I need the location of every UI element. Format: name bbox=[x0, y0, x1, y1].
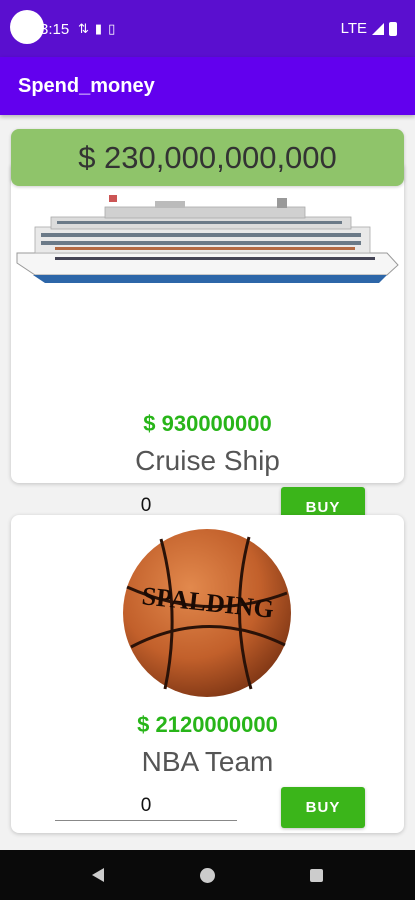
item-card: SPALDING $ 2120000000 NBA Team BUY bbox=[11, 515, 404, 833]
sim-icon: ▮ bbox=[94, 21, 109, 36]
basketball-icon: SPALDING bbox=[123, 529, 291, 697]
cruise-ship-icon bbox=[16, 195, 399, 283]
camera-cutout bbox=[10, 10, 44, 44]
back-icon[interactable] bbox=[92, 868, 104, 882]
balance-text: $ 230,000,000,000 bbox=[78, 139, 337, 175]
buy-button[interactable]: BUY bbox=[281, 787, 365, 828]
item-name: Cruise Ship bbox=[135, 445, 280, 476]
basketball-image: SPALDING bbox=[121, 527, 293, 699]
cruise-ship-image bbox=[15, 195, 400, 305]
status-right: LTE bbox=[341, 20, 397, 37]
recents-icon[interactable] bbox=[310, 869, 323, 882]
item-name: NBA Team bbox=[141, 746, 274, 777]
item-price: $ 930000000 bbox=[143, 411, 272, 436]
home-icon[interactable] bbox=[200, 868, 215, 883]
system-nav-bar bbox=[0, 850, 415, 900]
item-card: $ 930000000 Cruise Ship BUY bbox=[11, 165, 404, 528]
network-type: LTE bbox=[340, 20, 367, 37]
app-title: Spend_money bbox=[18, 75, 155, 97]
app-bar: Spend_money bbox=[0, 57, 415, 115]
storage-icon: ▯ bbox=[108, 21, 122, 36]
status-notification-icons: ⇅▮▯ bbox=[78, 21, 121, 37]
balance-display: $ 230,000,000,000 bbox=[11, 129, 404, 186]
item-list[interactable]: $ 230,000,000,000 $ 930000000 Cruise Shi… bbox=[0, 115, 415, 850]
item-price: $ 2120000000 bbox=[137, 712, 278, 737]
status-bar: 3:15 ⇅▮▯ LTE bbox=[0, 0, 415, 57]
sync-icon: ⇅ bbox=[78, 21, 95, 36]
battery-icon bbox=[389, 21, 397, 36]
signal-icon bbox=[372, 22, 384, 35]
status-time: 3:15 bbox=[40, 21, 70, 38]
quantity-input[interactable] bbox=[55, 791, 237, 821]
